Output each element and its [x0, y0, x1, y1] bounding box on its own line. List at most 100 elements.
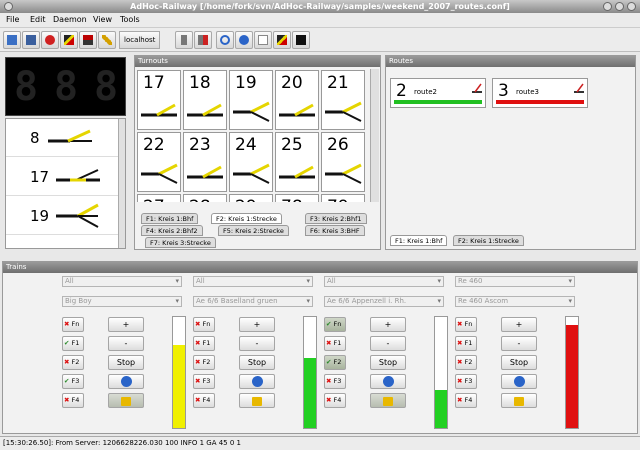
save-button[interactable] [22, 31, 40, 49]
turnout-cell[interactable]: 28 [183, 194, 227, 202]
stop-button[interactable]: Stop [501, 355, 537, 370]
locomotive-select[interactable]: Ae 6/6 Appenzell i. Rh. [324, 296, 444, 307]
tab-f4[interactable]: F4: Kreis 2:Bhf2 [141, 225, 203, 236]
route-card[interactable]: 3 route3 [492, 78, 588, 108]
menu-edit[interactable]: Edit [30, 15, 46, 24]
speed-down-button[interactable]: - [501, 336, 537, 351]
turnout-switch-button[interactable] [60, 31, 78, 49]
tab-f2[interactable]: F2: Kreis 1:Strecke [211, 213, 282, 224]
function-button-1[interactable]: ✖ F1 [455, 336, 477, 351]
lock-button[interactable] [501, 393, 537, 408]
function-button-0[interactable]: ✔ Fn [324, 317, 346, 332]
function-button-4[interactable]: ✖ F4 [62, 393, 84, 408]
route-card[interactable]: 2 route2 [390, 78, 486, 108]
function-button-2[interactable]: ✖ F2 [455, 355, 477, 370]
function-button-0[interactable]: ✖ Fn [62, 317, 84, 332]
new-file-button[interactable] [3, 31, 21, 49]
host-label[interactable]: localhost [119, 31, 161, 49]
close-icon[interactable] [627, 2, 636, 11]
list-item[interactable]: 8 [6, 119, 118, 157]
direction-button[interactable] [108, 374, 144, 389]
turnout-cell[interactable]: 19 [229, 70, 273, 130]
function-button-3[interactable]: ✔ F3 [62, 374, 84, 389]
monitor-button[interactable] [292, 31, 310, 49]
maximize-icon[interactable] [615, 2, 624, 11]
function-button-4[interactable]: ✖ F4 [455, 393, 477, 408]
tab-f1[interactable]: F1: Kreis 1:Bhf [141, 213, 199, 224]
refresh-button[interactable] [216, 31, 234, 49]
function-button-2[interactable]: ✔ F2 [324, 355, 346, 370]
function-button-4[interactable]: ✖ F4 [324, 393, 346, 408]
locomotive-select[interactable]: Ae 6/6 Baselland gruen [193, 296, 313, 307]
function-button-3[interactable]: ✖ F3 [455, 374, 477, 389]
window-menu-icon[interactable] [4, 2, 13, 11]
speed-down-button[interactable]: - [239, 336, 275, 351]
group-select[interactable]: All [62, 276, 182, 287]
tab-f7[interactable]: F7: Kreis 3:Strecke [145, 237, 216, 248]
connect-button[interactable] [175, 31, 193, 49]
turnout-cell[interactable]: 20 [275, 70, 319, 130]
function-button-3[interactable]: ✖ F3 [324, 374, 346, 389]
list-item[interactable]: 17 [6, 158, 118, 196]
turnout-cell[interactable]: 79 [321, 194, 365, 202]
function-button-0[interactable]: ✖ Fn [193, 317, 215, 332]
function-button-0[interactable]: ✖ Fn [455, 317, 477, 332]
info-button[interactable] [235, 31, 253, 49]
tab-f3[interactable]: F3: Kreis 2:Bhf1 [305, 213, 367, 224]
turnouts-scrollbar[interactable] [370, 69, 379, 202]
direction-button[interactable] [239, 374, 275, 389]
group-select[interactable]: Re 460 [455, 276, 575, 287]
turnout-cell[interactable]: 26 [321, 132, 365, 192]
route-tab-f2[interactable]: F2: Kreis 1:Strecke [453, 235, 524, 246]
group-select[interactable]: All [193, 276, 313, 287]
lock-button[interactable] [239, 393, 275, 408]
left-list-scrollbar[interactable] [118, 119, 125, 248]
lock-button[interactable] [370, 393, 406, 408]
locomotive-select[interactable]: Re 460 Ascom [455, 296, 575, 307]
turnout-config-button[interactable] [273, 31, 291, 49]
menu-view[interactable]: View [93, 15, 112, 24]
locomotive-select[interactable]: Big Boy [62, 296, 182, 307]
function-button-1[interactable]: ✔ F1 [62, 336, 84, 351]
turnout-cell[interactable]: 23 [183, 132, 227, 192]
turnout-cell[interactable]: 18 [183, 70, 227, 130]
direction-button[interactable] [370, 374, 406, 389]
lock-button[interactable] [108, 393, 144, 408]
turnout-cell[interactable]: 29 [229, 194, 273, 202]
stop-button[interactable]: Stop [108, 355, 144, 370]
list-item[interactable]: 19 [6, 197, 118, 235]
disconnect-button[interactable] [194, 31, 212, 49]
speed-up-button[interactable]: + [108, 317, 144, 332]
quit-button[interactable] [41, 31, 59, 49]
turnout-cell[interactable]: 17 [137, 70, 181, 130]
minimize-icon[interactable] [603, 2, 612, 11]
group-select[interactable]: All [324, 276, 444, 287]
turnout-cell[interactable]: 25 [275, 132, 319, 192]
function-button-2[interactable]: ✖ F2 [62, 355, 84, 370]
ruler-button[interactable] [98, 31, 116, 49]
document-button[interactable] [254, 31, 272, 49]
turnout-cell[interactable]: 21 [321, 70, 365, 130]
function-button-1[interactable]: ✖ F1 [193, 336, 215, 351]
turnout-cell[interactable]: 78 [275, 194, 319, 202]
speed-up-button[interactable]: + [370, 317, 406, 332]
function-button-1[interactable]: ✖ F1 [324, 336, 346, 351]
speed-down-button[interactable]: - [370, 336, 406, 351]
function-button-3[interactable]: ✖ F3 [193, 374, 215, 389]
direction-button[interactable] [501, 374, 537, 389]
speed-down-button[interactable]: - [108, 336, 144, 351]
locomotive-button[interactable] [79, 31, 97, 49]
stop-button[interactable]: Stop [239, 355, 275, 370]
menu-file[interactable]: File [6, 15, 19, 24]
menu-tools[interactable]: Tools [120, 15, 140, 24]
menu-daemon[interactable]: Daemon [53, 15, 87, 24]
tab-f5[interactable]: F5: Kreis 2:Strecke [218, 225, 289, 236]
turnout-cell[interactable]: 27 [137, 194, 181, 202]
speed-up-button[interactable]: + [239, 317, 275, 332]
stop-button[interactable]: Stop [370, 355, 406, 370]
function-button-2[interactable]: ✖ F2 [193, 355, 215, 370]
turnout-cell[interactable]: 24 [229, 132, 273, 192]
turnout-cell[interactable]: 22 [137, 132, 181, 192]
route-tab-f1[interactable]: F1: Kreis 1:Bhf [390, 235, 448, 246]
speed-up-button[interactable]: + [501, 317, 537, 332]
